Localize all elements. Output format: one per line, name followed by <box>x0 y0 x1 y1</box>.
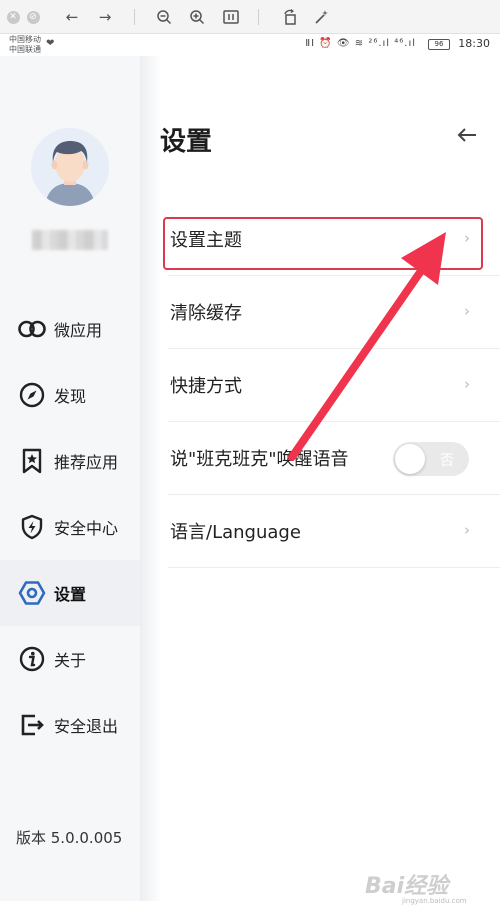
highlight-box <box>163 217 483 270</box>
settings-row-clear-cache[interactable]: 清除缓存 › <box>168 276 500 349</box>
settings-row-label: 清除缓存 <box>170 303 242 324</box>
status-indicators: ⅡⅠ ⏰ 👁 ≋ ²⁶.ıl ⁴⁶.ıl <box>305 38 416 49</box>
chevron-right-icon: › <box>464 302 470 320</box>
toggle-knob <box>395 444 425 474</box>
chevron-right-icon: › <box>464 521 470 539</box>
sidebar-item-logout[interactable]: 安全退出 <box>0 692 140 758</box>
zoom-in-icon[interactable] <box>186 6 208 28</box>
sidebar-item-about[interactable]: 关于 <box>0 626 140 692</box>
info-icon <box>18 645 46 673</box>
settings-row-language[interactable]: 语言/Language › <box>168 495 500 568</box>
sidebar-item-label: 微应用 <box>54 321 103 340</box>
status-clock: 18:30 <box>458 37 490 50</box>
settings-row-label: 说"班克班克"唤醒语音 <box>170 449 349 470</box>
avatar[interactable] <box>31 128 109 206</box>
carrier-label: 中国移动 <box>9 35 41 44</box>
sidebar-item-security-center[interactable]: 安全中心 <box>0 494 140 560</box>
hexagon-gear-icon <box>18 579 46 607</box>
sidebar-item-label: 发现 <box>54 387 87 406</box>
sidebar-item-recommended-apps[interactable]: 推荐应用 <box>0 428 140 494</box>
sidebar-item-label: 关于 <box>54 651 87 670</box>
chevron-right-icon: › <box>464 375 470 393</box>
rotate-icon[interactable] <box>279 6 301 28</box>
shield-bolt-icon <box>18 513 46 541</box>
stop-icon[interactable]: ⊘ <box>22 6 44 28</box>
sidebar-item-micro-apps[interactable]: 微应用 <box>0 296 140 362</box>
settings-row-label: 快捷方式 <box>170 376 242 397</box>
sidebar-item-label: 推荐应用 <box>54 453 119 472</box>
sidebar-item-label: 设置 <box>54 585 87 604</box>
voice-wakeup-toggle[interactable]: 否 <box>393 442 469 476</box>
magic-wand-icon[interactable] <box>311 6 333 28</box>
settings-row-voice-wakeup: 说"班克班克"唤醒语音 否 <box>168 422 500 495</box>
status-bar: 中国移动 中国联通 ❤ ⅡⅠ ⏰ 👁 ≋ ²⁶.ıl ⁴⁶.ıl 96 18:3… <box>0 34 500 56</box>
toolbar-divider <box>134 9 135 25</box>
watermark-url: jingyan.baidu.com <box>402 897 467 905</box>
watermark-logo: Bai经验 <box>365 874 449 899</box>
back-icon[interactable]: ← <box>61 6 83 28</box>
sidebar-item-label: 安全退出 <box>54 717 119 736</box>
close-icon[interactable]: ✕ <box>2 6 24 28</box>
toolbar-divider <box>258 9 259 25</box>
page-title: 设置 <box>160 127 213 157</box>
carrier-label: 中国联通 <box>9 45 41 54</box>
settings-row-shortcuts[interactable]: 快捷方式 › <box>168 349 500 422</box>
carrier-info: 中国移动 中国联通 <box>9 35 41 55</box>
sidebar-item-discover[interactable]: 发现 <box>0 362 140 428</box>
bookmark-star-icon <box>18 447 46 475</box>
back-arrow-icon[interactable] <box>455 123 479 147</box>
fit-icon[interactable] <box>220 6 242 28</box>
sidebar-divider-shadow <box>140 56 162 901</box>
settings-row-label: 语言/Language <box>170 522 301 543</box>
viewer-toolbar: ✕ ⊘ ← → <box>0 0 500 34</box>
sidebar-item-settings[interactable]: 设置 <box>0 560 140 626</box>
battery-icon: 96 <box>428 39 450 50</box>
user-name-redacted <box>32 230 108 250</box>
app-version: 版本 5.0.0.005 <box>16 829 123 847</box>
sidebar-item-label: 安全中心 <box>54 519 119 538</box>
zoom-out-icon[interactable] <box>153 6 175 28</box>
forward-icon[interactable]: → <box>94 6 116 28</box>
link-icon <box>18 315 46 343</box>
toggle-state-label: 否 <box>440 453 454 469</box>
avatar-icon <box>45 141 95 206</box>
heart-icon: ❤ <box>46 38 55 49</box>
logout-icon <box>18 711 46 739</box>
sidebar: 微应用 发现 推荐应用 安全中心 设置 关于 安全退出 <box>0 56 140 901</box>
compass-icon <box>18 381 46 409</box>
